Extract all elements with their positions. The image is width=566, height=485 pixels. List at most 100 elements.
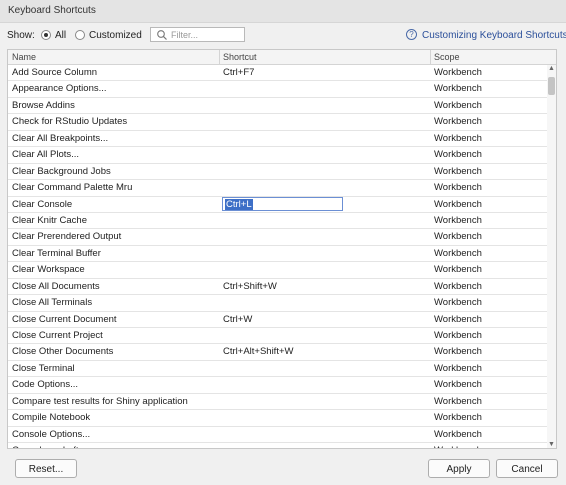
scroll-up-arrow-icon[interactable]: ▲	[548, 65, 555, 72]
filter-input[interactable]	[171, 29, 241, 40]
command-name: Clear Background Jobs	[12, 165, 111, 177]
table-row[interactable]: Compile Notebook Workbench	[8, 410, 548, 427]
command-name: Close Terminal	[12, 362, 75, 374]
command-name: Clear Knitr Cache	[12, 214, 87, 226]
scope-value: Workbench	[434, 182, 482, 194]
table-row[interactable]: Clear Console Ctrl+L Workbench	[8, 196, 548, 213]
scope-value: Workbench	[434, 116, 482, 128]
table-row[interactable]: Clear Background Jobs Workbench	[8, 164, 548, 181]
shortcut-value[interactable]: Ctrl+Shift+W	[223, 281, 277, 292]
scope-value: Workbench	[434, 445, 482, 448]
column-header-shortcut[interactable]: Shortcut	[223, 52, 257, 62]
table-row[interactable]: Close Other Documents Ctrl+Alt+Shift+W Wor…	[8, 344, 548, 361]
table-header: Name Shortcut Scope	[8, 50, 556, 65]
scope-value: Workbench	[434, 330, 482, 341]
command-name: Clear All Plots...	[12, 149, 80, 161]
shortcut-value[interactable]: Ctrl+Alt+Shift+W	[223, 346, 293, 357]
column-header-scope[interactable]: Scope	[434, 52, 460, 62]
scope-value: Workbench	[434, 362, 482, 374]
magnifier-icon	[157, 30, 167, 40]
table-row[interactable]: Close Current Project Workbench	[8, 328, 548, 345]
command-name: Compare test results for Shiny applicati…	[12, 395, 188, 407]
scope-value: Workbench	[434, 149, 482, 161]
radio-all-label[interactable]: All	[55, 30, 66, 41]
table-row[interactable]: Close Terminal Workbench	[8, 361, 548, 378]
table-row[interactable]: Appearance Options... Workbench	[8, 81, 548, 98]
scope-value: Workbench	[434, 428, 482, 440]
command-name: Console on Left	[12, 445, 79, 448]
command-name: Add Source Column	[12, 67, 98, 78]
scrollbar-thumb[interactable]	[548, 77, 555, 95]
customizing-shortcuts-link[interactable]: Customizing Keyboard Shortcuts	[422, 30, 566, 41]
table-row[interactable]: Console Options... Workbench	[8, 427, 548, 444]
show-label: Show:	[7, 30, 35, 41]
scope-value: Workbench	[434, 231, 482, 243]
table-row[interactable]: Add Source Column Ctrl+F7 Workbench	[8, 65, 548, 82]
command-name: Close Current Project	[12, 330, 103, 341]
command-name: Check for RStudio Updates	[12, 116, 128, 128]
dialog-titlebar: Keyboard Shortcuts	[0, 0, 566, 23]
radio-customized-label[interactable]: Customized	[89, 30, 142, 41]
table-body: Add Source Column Ctrl+F7 Workbench Appeara…	[8, 65, 548, 448]
command-name: Clear Command Palette Mru	[12, 182, 133, 194]
radio-customized[interactable]	[75, 30, 85, 40]
apply-button[interactable]: Apply	[428, 459, 490, 478]
table-row[interactable]: Clear All Breakpoints... Workbench	[8, 131, 548, 148]
scope-value: Workbench	[434, 198, 482, 210]
command-name: Clear Prerendered Output	[12, 231, 122, 243]
command-name: Close Current Document	[12, 313, 117, 325]
command-name: Close Other Documents	[12, 346, 114, 358]
command-name: Code Options...	[12, 379, 79, 391]
table-row[interactable]: Compare test results for Shiny applicati…	[8, 394, 548, 411]
table-row[interactable]: Clear Prerendered Output Workbench	[8, 229, 548, 246]
command-name: Clear Workspace	[12, 264, 85, 276]
table-row[interactable]: Close Current Document Ctrl+W Workbench	[8, 312, 548, 328]
table-row[interactable]: Browse Addins Workbench	[8, 98, 548, 115]
table-row[interactable]: Code Options... Workbench	[8, 377, 548, 394]
scope-value: Workbench	[434, 297, 482, 309]
reset-button[interactable]: Reset...	[15, 459, 77, 478]
cancel-button[interactable]: Cancel	[496, 459, 558, 478]
scope-value: Workbench	[434, 214, 482, 226]
column-header-name[interactable]: Name	[12, 52, 36, 62]
table-row[interactable]: Close All Terminals Workbench	[8, 295, 548, 312]
command-name: Close All Documents	[12, 280, 100, 292]
shortcut-value-selected[interactable]: Ctrl+L	[225, 198, 253, 210]
command-name: Compile Notebook	[12, 412, 91, 424]
shortcuts-table: Name Shortcut Scope Add Source Column Ctr…	[7, 49, 557, 449]
command-name: Browse Addins	[12, 99, 75, 111]
table-row[interactable]: Clear Terminal Buffer Workbench	[8, 246, 548, 263]
scope-value: Workbench	[434, 264, 482, 276]
dialog-title: Keyboard Shortcuts	[8, 5, 96, 16]
scope-value: Workbench	[434, 346, 482, 358]
command-name: Close All Terminals	[12, 297, 93, 309]
scope-value: Workbench	[434, 280, 482, 292]
table-row[interactable]: Check for RStudio Updates Workbench	[8, 114, 548, 131]
column-divider[interactable]	[219, 50, 220, 64]
table-row[interactable]: Console on Left Workbench	[8, 443, 548, 448]
filter-bar: Show: All Customized ? Customizing Keybo…	[0, 27, 566, 47]
scope-value: Workbench	[434, 247, 482, 259]
scope-value: Workbench	[434, 313, 482, 325]
scope-value: Workbench	[434, 395, 482, 407]
table-row[interactable]: Clear Knitr Cache Workbench	[8, 213, 548, 230]
filter-field[interactable]	[150, 27, 245, 42]
scope-value: Workbench	[434, 412, 482, 424]
scope-value: Workbench	[434, 379, 482, 391]
command-name: Clear All Breakpoints...	[12, 132, 109, 144]
scope-value: Workbench	[434, 83, 482, 95]
scope-value: Workbench	[434, 67, 482, 78]
command-name: Clear Console	[12, 198, 73, 210]
vertical-scrollbar[interactable]: ▲ ▼	[547, 65, 556, 448]
scroll-down-arrow-icon[interactable]: ▼	[548, 441, 555, 448]
command-name: Clear Terminal Buffer	[12, 247, 101, 259]
table-row[interactable]: Close All Documents Ctrl+Shift+W Workbench	[8, 279, 548, 296]
shortcut-edit-field[interactable]: Ctrl+L	[222, 196, 343, 211]
column-divider[interactable]	[430, 50, 431, 64]
table-row[interactable]: Clear Command Palette Mru Workbench	[8, 180, 548, 197]
table-row[interactable]: Clear All Plots... Workbench	[8, 147, 548, 164]
radio-all[interactable]	[41, 30, 51, 40]
shortcut-value[interactable]: Ctrl+F7	[223, 67, 254, 78]
shortcut-value[interactable]: Ctrl+W	[223, 314, 252, 325]
table-row[interactable]: Clear Workspace Workbench	[8, 262, 548, 279]
